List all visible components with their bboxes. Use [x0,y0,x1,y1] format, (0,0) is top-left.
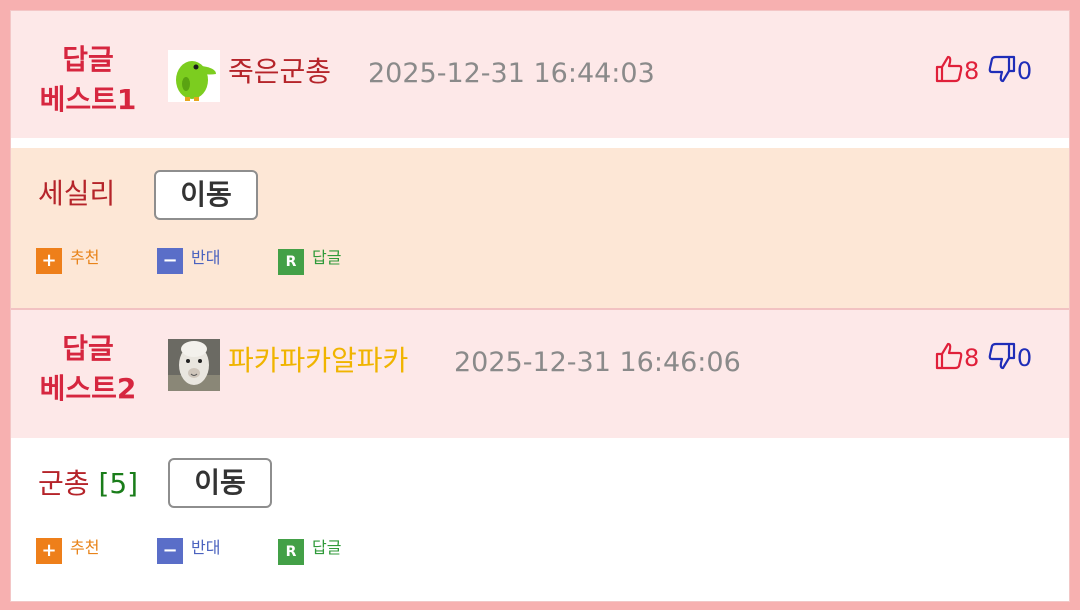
plus-icon: + [36,538,62,564]
recommend-label: 추천 [70,538,100,557]
reply-label: 답글 [312,538,342,557]
timestamp-1: 2025-12-31 16:44:03 [368,58,655,89]
oppose-label: 반대 [191,248,221,267]
recommend-button-1[interactable]: + 추천 [36,244,99,274]
best-badge-1: 답글 베스트1 [28,40,148,120]
minus-icon: − [157,248,183,274]
best-label-line1: 답글 [62,332,114,365]
reply-r-icon: R [278,249,304,275]
comment-header-2: 답글 베스트2 파카파카알파카 2025-12-31 16:46:06 8 0 [10,310,1070,438]
nickname-1[interactable]: 죽은군총 [228,52,331,92]
thumbs-up-icon[interactable] [934,55,964,85]
move-button-1[interactable]: 이동 [154,170,258,220]
thumbs-down-icon[interactable] [987,55,1017,85]
minus-icon: − [157,538,183,564]
move-button-2[interactable]: 이동 [168,458,272,508]
comment-body-1: 세실리 이동 + 추천 − 반대 R 답글 [10,148,1070,308]
reply-r-icon: R [278,539,304,565]
thumbs-down-icon[interactable] [987,342,1017,372]
reply-button-2[interactable]: R 답글 [278,534,341,565]
timestamp-2: 2025-12-31 16:46:06 [454,347,741,378]
comment-content: 세실리 [38,177,116,210]
plus-icon: + [36,248,62,274]
recommend-button-2[interactable]: + 추천 [36,534,99,564]
avatar-alpaca-icon[interactable] [168,339,220,391]
comment-text-2: 군총 [5] [38,464,138,504]
reply-button-1[interactable]: R 답글 [278,244,341,275]
recommend-label: 추천 [70,248,100,267]
upvote-count-2: 8 [964,344,980,372]
best-label-line1: 답글 [62,43,114,76]
best-label-line2: 베스트1 [39,83,137,116]
comment-content: 군총 [38,467,90,500]
oppose-label: 반대 [191,538,221,557]
best-label-line2: 베스트2 [39,372,137,405]
oppose-button-2[interactable]: − 반대 [157,534,220,564]
avatar-parrot-icon[interactable] [168,50,220,102]
reply-count-link[interactable]: [5] [98,467,138,500]
vote-counts-2: 8 0 [934,341,1032,373]
vote-counts-1: 8 0 [934,54,1032,86]
thumbs-up-icon[interactable] [934,342,964,372]
best-comments-panel: 답글 베스트1 죽은군총 2025-12-31 16:44:03 8 0 세실리… [10,10,1070,602]
comment-text-1: 세실리 [38,174,115,214]
comment-body-2: 군총 [5] 이동 + 추천 − 반대 R 답글 [10,438,1070,602]
nickname-2[interactable]: 파카파카알파카 [228,341,408,381]
best-badge-2: 답글 베스트2 [28,329,148,409]
oppose-button-1[interactable]: − 반대 [157,244,220,274]
downvote-count-2: 0 [1016,344,1033,372]
comment-header-1: 답글 베스트1 죽은군총 2025-12-31 16:44:03 8 0 [10,10,1070,138]
reply-label: 답글 [312,248,342,267]
upvote-count-1: 8 [964,57,980,85]
downvote-count-1: 0 [1016,57,1033,85]
